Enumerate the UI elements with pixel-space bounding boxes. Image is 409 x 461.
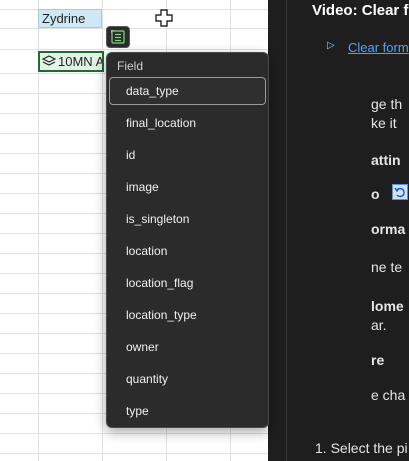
help-pane: Video: Clear f ▷ Clear form ge th ke it … [268,0,409,461]
help-fragment: ne te [371,259,403,275]
gridline [0,28,268,29]
cell-cursor-icon [155,9,173,27]
insert-data-icon [111,30,125,44]
dropdown-item-final-location[interactable]: final_location [109,109,266,137]
help-video-title: Video: Clear f [312,2,409,19]
field-dropdown[interactable]: Field data_type final_locationid image is_s… [106,52,269,428]
help-heading: re [371,352,385,368]
help-fragment: ar. [371,317,387,333]
dropdown-item-location-type[interactable]: location_type [109,301,266,329]
selected-cell[interactable]: Zydrine [38,9,102,28]
help-heading: attin [371,152,401,168]
gridline [0,433,268,434]
dropdown-item-data-type[interactable]: data_type [109,77,266,105]
help-step: 1. Select the pi [315,440,408,456]
help-heading: lome [371,298,404,314]
help-heading: o [371,186,380,202]
linked-data-type-icon[interactable] [41,55,57,69]
dropdown-item-type[interactable]: type [109,397,266,425]
dropdown-item-id[interactable]: id [109,141,266,169]
help-fragment: ke it [371,115,397,131]
dropdown-item-location[interactable]: location [109,237,266,265]
gridline [0,453,268,454]
pane-divider [286,0,287,461]
help-fragment: ge th [371,96,403,112]
dropdown-item-image[interactable]: image [109,173,266,201]
dropdown-item-is-singleton[interactable]: is_singleton [109,205,266,233]
dropdown-item-location-flag[interactable]: location_flag [109,269,266,297]
dropdown-item-quantity[interactable]: quantity [109,365,266,393]
help-fragment: e cha [371,387,406,403]
help-heading: orma [371,221,406,237]
help-link[interactable]: Clear form [348,40,409,55]
undo-icon [392,184,408,200]
gridline [0,49,268,50]
entity-cell-text: 10MN A [58,54,104,69]
dropdown-header: Field [117,59,144,73]
insert-data-button[interactable] [106,26,130,48]
entity-cell[interactable]: 10MN A [38,51,104,72]
selected-cell-text: Zydrine [42,11,86,26]
expand-chevron-icon[interactable]: ▷ [327,40,335,51]
dropdown-item-owner[interactable]: owner [109,333,266,361]
